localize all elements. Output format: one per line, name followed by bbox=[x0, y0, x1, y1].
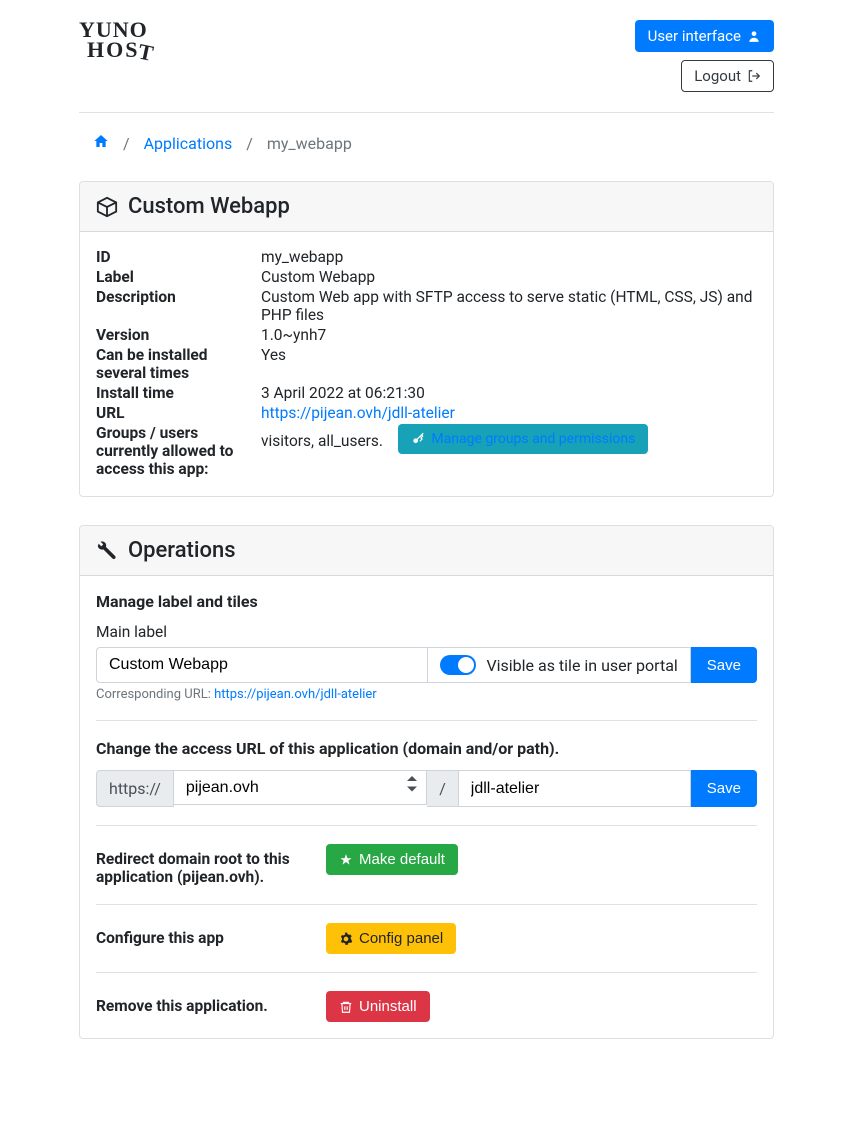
multi-value: Yes bbox=[261, 346, 757, 382]
breadcrumb-home[interactable] bbox=[93, 133, 109, 153]
breadcrumb-current: my_webapp bbox=[267, 134, 352, 153]
cube-icon bbox=[96, 196, 118, 218]
change-url-section: Change the access URL of this applicatio… bbox=[96, 739, 757, 758]
make-default-label: Make default bbox=[359, 851, 445, 868]
save-label-button[interactable]: Save bbox=[691, 647, 757, 683]
corresponding-url-hint: Corresponding URL: https://pijean.ovh/jd… bbox=[96, 687, 757, 702]
logout-button[interactable]: Logout bbox=[681, 60, 774, 92]
manage-permissions-button[interactable]: Manage groups and permissions bbox=[398, 424, 648, 454]
wrench-icon bbox=[96, 540, 118, 562]
user-interface-button[interactable]: User interface bbox=[635, 20, 774, 52]
id-value: my_webapp bbox=[261, 248, 757, 266]
label-input-group: Visible as tile in user portal Save bbox=[96, 647, 757, 683]
configure-label: Configure this app bbox=[96, 923, 306, 947]
install-label: Install time bbox=[96, 384, 261, 402]
info-card-body: IDmy_webapp LabelCustom Webapp Descripti… bbox=[80, 232, 773, 496]
main-label-text: Main label bbox=[96, 623, 757, 641]
hint-url-link[interactable]: https://pijean.ovh/jdll-atelier bbox=[214, 687, 377, 702]
header-buttons: User interface Logout bbox=[635, 20, 774, 92]
desc-value: Custom Web app with SFTP access to serve… bbox=[261, 288, 757, 324]
logo-line2: HOST bbox=[79, 40, 156, 60]
info-card: Custom Webapp IDmy_webapp LabelCustom We… bbox=[79, 181, 774, 497]
label-label: Label bbox=[96, 268, 261, 286]
header: YUNO HOST User interface Logout bbox=[79, 20, 774, 113]
config-panel-label: Config panel bbox=[359, 930, 443, 947]
key-icon bbox=[411, 432, 425, 446]
save-url-button[interactable]: Save bbox=[691, 770, 757, 807]
operations-header: Operations bbox=[80, 526, 773, 576]
breadcrumb-sep: / bbox=[123, 134, 130, 153]
remove-label: Remove this application. bbox=[96, 991, 306, 1015]
info-card-title: Custom Webapp bbox=[128, 194, 290, 219]
separator bbox=[96, 720, 757, 721]
id-label: ID bbox=[96, 248, 261, 266]
redirect-row: Redirect domain root to this application… bbox=[96, 844, 757, 886]
url-link[interactable]: https://pijean.ovh/jdll-atelier bbox=[261, 404, 455, 422]
label-value: Custom Webapp bbox=[261, 268, 757, 286]
home-icon bbox=[93, 133, 109, 149]
uninstall-button[interactable]: Uninstall bbox=[326, 991, 430, 1022]
manage-label-section: Manage label and tiles bbox=[96, 592, 757, 611]
uninstall-label: Uninstall bbox=[359, 998, 417, 1015]
separator bbox=[96, 972, 757, 973]
gear-icon bbox=[339, 932, 353, 946]
domain-select[interactable]: pijean.ovh bbox=[174, 770, 427, 805]
version-value: 1.0~ynh7 bbox=[261, 326, 757, 344]
separator bbox=[96, 904, 757, 905]
logout-label: Logout bbox=[694, 67, 741, 85]
breadcrumb: / Applications / my_webapp bbox=[79, 133, 774, 153]
tile-switch-box: Visible as tile in user portal bbox=[428, 647, 690, 683]
config-panel-button[interactable]: Config panel bbox=[326, 923, 456, 954]
redirect-label: Redirect domain root to this application… bbox=[96, 844, 306, 886]
trash-icon bbox=[339, 1000, 353, 1014]
star-icon bbox=[339, 853, 353, 867]
logout-icon bbox=[747, 69, 761, 83]
configure-row: Configure this app Config panel bbox=[96, 923, 757, 954]
tile-switch[interactable] bbox=[440, 655, 476, 675]
tile-switch-label: Visible as tile in user portal bbox=[486, 656, 677, 675]
groups-value: visitors, all_users. bbox=[261, 432, 383, 450]
operations-card: Operations Manage label and tiles Main l… bbox=[79, 525, 774, 1039]
user-icon bbox=[747, 29, 761, 43]
operations-body: Manage label and tiles Main label Visibl… bbox=[80, 576, 773, 1038]
breadcrumb-applications[interactable]: Applications bbox=[144, 134, 233, 153]
url-label: URL bbox=[96, 404, 261, 422]
desc-label: Description bbox=[96, 288, 261, 324]
path-input[interactable] bbox=[459, 770, 691, 807]
multi-label: Can be installed several times bbox=[96, 346, 261, 382]
operations-title: Operations bbox=[128, 538, 236, 563]
info-card-header: Custom Webapp bbox=[80, 182, 773, 232]
remove-row: Remove this application. Uninstall bbox=[96, 991, 757, 1022]
version-label: Version bbox=[96, 326, 261, 344]
url-prefix: https:// bbox=[96, 770, 174, 807]
url-slash: / bbox=[427, 770, 459, 807]
groups-label: Groups / users currently allowed to acce… bbox=[96, 424, 261, 478]
url-input-group: https:// pijean.ovh / Save bbox=[96, 770, 757, 807]
user-interface-label: User interface bbox=[648, 27, 741, 45]
install-value: 3 April 2022 at 06:21:30 bbox=[261, 384, 757, 402]
hint-prefix: Corresponding URL: bbox=[96, 687, 214, 702]
main-label-input[interactable] bbox=[96, 647, 428, 683]
separator bbox=[96, 825, 757, 826]
logo: YUNO HOST bbox=[79, 20, 156, 60]
manage-permissions-label: Manage groups and permissions bbox=[431, 431, 635, 447]
make-default-button[interactable]: Make default bbox=[326, 844, 458, 875]
breadcrumb-sep: / bbox=[246, 134, 253, 153]
